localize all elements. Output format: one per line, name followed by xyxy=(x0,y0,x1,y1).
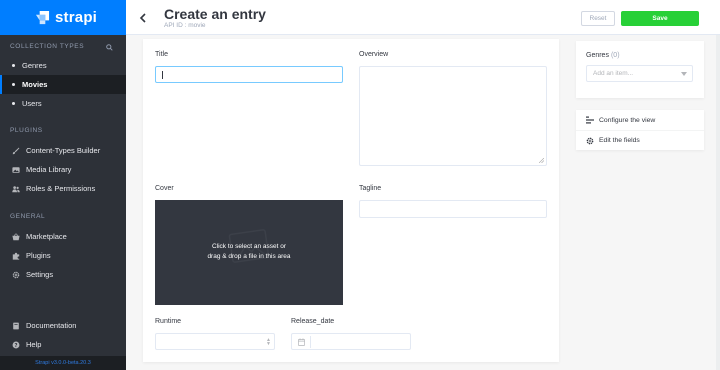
genres-select[interactable]: Add an item... xyxy=(586,65,693,82)
page-title: Create an entry xyxy=(164,6,266,22)
text-caret xyxy=(162,71,163,79)
resize-handle-icon[interactable] xyxy=(539,158,544,163)
version-label: Strapi v3.0.0-beta.20.3 xyxy=(0,356,126,370)
search-icon[interactable] xyxy=(106,44,113,51)
shopping-basket-icon xyxy=(12,232,20,240)
tagline-label: Tagline xyxy=(359,185,382,192)
genres-relation-card: Genres (0) Add an item... xyxy=(576,41,704,98)
overview-textarea[interactable] xyxy=(359,66,547,166)
edit-settings-links: Configure the view Edit the fields xyxy=(576,110,704,150)
sidebar: strapi COLLECTION TYPES Genres Movies Us… xyxy=(0,0,126,370)
sidebar-item-label: Genres xyxy=(22,61,47,70)
page-scrollbar[interactable] xyxy=(716,35,720,370)
edit-fields-link[interactable]: Edit the fields xyxy=(576,130,704,150)
sidebar-item-media-library[interactable]: Media Library xyxy=(0,160,126,179)
overview-label: Overview xyxy=(359,51,389,58)
sidebar-item-documentation[interactable]: Documentation xyxy=(0,316,126,335)
sidebar-item-label: Marketplace xyxy=(26,232,67,241)
svg-text:?: ? xyxy=(14,342,17,348)
sidebar-item-settings[interactable]: Settings xyxy=(0,265,126,284)
gear-icon xyxy=(12,271,20,278)
sidebar-item-label: Settings xyxy=(26,270,54,279)
sidebar-item-users[interactable]: Users xyxy=(0,94,126,113)
book-icon xyxy=(13,322,19,329)
collection-types-title: COLLECTION TYPES xyxy=(0,41,126,53)
number-stepper-icon[interactable]: ▲ ▼ xyxy=(266,338,271,347)
sidebar-item-label: Help xyxy=(26,340,42,349)
save-button[interactable]: Save xyxy=(621,11,699,26)
edit-form-card: Title Overview Cover Click to select an … xyxy=(143,39,559,362)
brand-name: strapi xyxy=(55,9,98,26)
sidebar-item-content-types-builder[interactable]: Content-Types Builder xyxy=(0,141,126,160)
gear-icon xyxy=(586,137,594,144)
release-date-label: Release_date xyxy=(291,318,335,325)
title-label: Title xyxy=(155,51,168,58)
genres-placeholder: Add an item... xyxy=(593,70,634,77)
sidebar-item-label: Media Library xyxy=(26,165,72,174)
configure-view-label: Configure the view xyxy=(599,116,656,124)
general-title: GENERAL xyxy=(10,213,46,220)
runtime-number-input[interactable]: ▲ ▼ xyxy=(155,333,275,350)
strapi-logo-icon xyxy=(35,10,50,25)
sidebar-item-label: Plugins xyxy=(26,251,51,260)
paint-brush-icon xyxy=(12,147,20,154)
sidebar-item-plugins[interactable]: Plugins xyxy=(0,246,126,265)
question-icon: ? xyxy=(12,341,20,348)
cover-upload-text-line2: drag & drop a file in this area xyxy=(207,253,291,260)
runtime-label: Runtime xyxy=(155,318,182,325)
puzzle-icon xyxy=(12,252,20,260)
title-input[interactable] xyxy=(155,66,343,83)
brand-header[interactable]: strapi xyxy=(0,0,126,35)
edit-fields-label: Edit the fields xyxy=(599,137,640,144)
genres-count: (0) xyxy=(610,52,620,59)
page-header: Create an entry API ID : movie Reset Sav… xyxy=(126,0,720,35)
genres-label-text: Genres xyxy=(586,52,609,59)
calendar-icon xyxy=(298,338,305,346)
sidebar-item-movies[interactable]: Movies xyxy=(0,75,126,94)
cover-upload-text-line1: Click to select an asset or xyxy=(211,243,287,250)
cover-label: Cover xyxy=(155,185,174,192)
bullet-icon xyxy=(12,83,15,86)
cover-upload-dropzone[interactable]: Click to select an asset or drag & drop … xyxy=(155,200,343,305)
sidebar-item-help[interactable]: ? Help xyxy=(0,335,126,354)
sidebar-item-label: Movies xyxy=(22,80,48,89)
sidebar-item-label: Documentation xyxy=(26,321,77,330)
plugins-title: PLUGINS xyxy=(10,127,43,134)
configure-view-link[interactable]: Configure the view xyxy=(576,110,704,130)
layout-icon xyxy=(586,116,594,124)
sidebar-item-genres[interactable]: Genres xyxy=(0,56,126,75)
back-arrow-icon[interactable] xyxy=(139,13,147,23)
sidebar-item-label: Roles & Permissions xyxy=(26,184,96,193)
release-date-input[interactable] xyxy=(291,333,411,350)
users-icon xyxy=(12,185,20,192)
image-icon xyxy=(12,166,20,173)
reset-button[interactable]: Reset xyxy=(581,11,615,26)
genres-label: Genres (0) xyxy=(586,52,620,59)
bullet-icon xyxy=(12,102,15,105)
date-input-divider xyxy=(310,336,311,348)
cover-upload-text: Click to select an asset or drag & drop … xyxy=(155,242,343,262)
sidebar-item-label: Users xyxy=(22,99,42,108)
sidebar-item-roles-permissions[interactable]: Roles & Permissions xyxy=(0,179,126,198)
chevron-down-icon xyxy=(681,72,687,76)
bullet-icon xyxy=(12,64,15,67)
sidebar-item-marketplace[interactable]: Marketplace xyxy=(0,227,126,246)
sidebar-item-label: Content-Types Builder xyxy=(26,146,101,155)
collection-types-title-text: COLLECTION TYPES xyxy=(10,43,85,50)
tagline-input[interactable] xyxy=(359,200,547,218)
api-id-subtitle: API ID : movie xyxy=(164,22,206,29)
